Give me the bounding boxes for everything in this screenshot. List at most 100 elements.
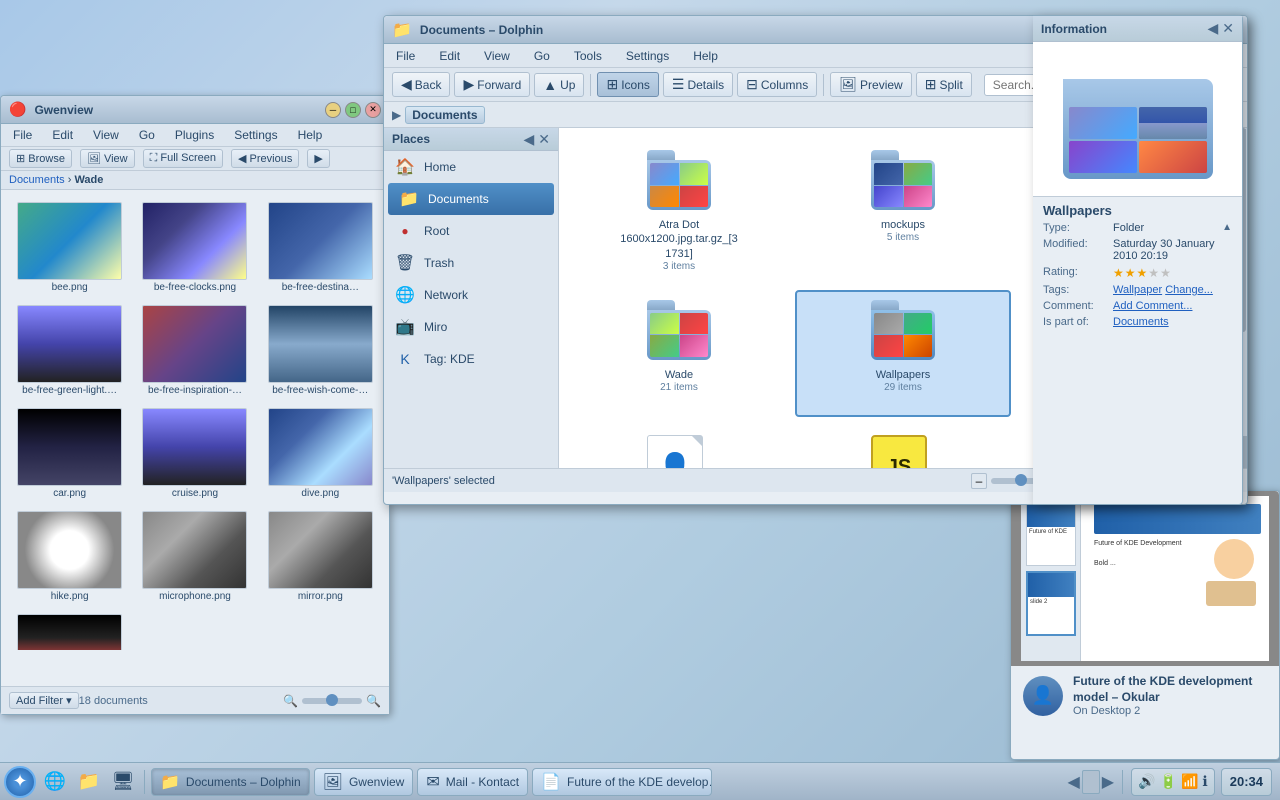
sidebar-lock-icon[interactable]: ◀ [523, 132, 534, 146]
list-item[interactable]: pencils.png [9, 610, 130, 650]
zoom-out-btn[interactable]: – [971, 473, 987, 489]
add-filter-btn[interactable]: Add Filter ▾ [9, 692, 79, 709]
dolphin-task-label: Documents – Dolphin [186, 775, 301, 789]
list-item[interactable]: microphone.png [134, 507, 255, 606]
gwenview-fullscreen-btn[interactable]: ⛶ Full Screen [143, 149, 223, 168]
info-value-comment[interactable]: Add Comment... [1113, 300, 1232, 312]
gwenview-menu-view[interactable]: View [89, 126, 123, 144]
back-button[interactable]: ◀ Back [392, 72, 450, 97]
taskbar-task-kontact[interactable]: ✉ Mail - Kontact [417, 768, 528, 796]
gwenview-next-btn[interactable]: ▶ [307, 149, 329, 168]
info-panel-header: Information ◀ ✕ [1033, 16, 1242, 42]
taskbar-task-okular[interactable]: 📄 Future of the KDE develop… [532, 768, 712, 796]
file-item-js[interactable]: JS pompom.js 55.5 KiB [795, 425, 1011, 468]
info-row-modified: Modified: Saturday 30 January 2010 20:19 [1033, 236, 1242, 264]
preview-button[interactable]: 🖼 Preview [830, 72, 911, 97]
list-item[interactable]: hike.png [9, 507, 130, 606]
gwenview-maximize-btn[interactable]: □ [345, 102, 361, 118]
zoom-in-icon[interactable]: 🔍 [366, 694, 381, 708]
tray-info-icon[interactable]: ℹ [1202, 773, 1207, 790]
gwenview-menu-help[interactable]: Help [294, 126, 327, 144]
list-item[interactable]: be-free-destina… [260, 198, 381, 297]
info-value-part-of[interactable]: Documents [1113, 316, 1232, 328]
star-2: ★ [1125, 266, 1136, 280]
thumb-label: car.png [53, 488, 86, 499]
taskbar-icon-terminal[interactable]: 🖥 [108, 767, 138, 797]
star-5: ★ [1160, 266, 1171, 280]
dolphin-menu-go[interactable]: Go [530, 47, 554, 65]
list-item[interactable]: be-free-green-light.… [9, 301, 130, 400]
list-item[interactable]: mirror.png [260, 507, 381, 606]
taskbar-icon-dolphin[interactable]: 📁 [74, 767, 104, 797]
pager-right-arrow[interactable]: ▶ [1102, 772, 1114, 792]
details-view-button[interactable]: ☰ Details [663, 72, 733, 97]
gwenview-minimize-btn[interactable]: ─ [325, 102, 341, 118]
breadcrumb-documents[interactable]: Documents [9, 174, 65, 186]
okular-thumb-2[interactable]: slide 2 [1026, 571, 1076, 636]
file-item-wade[interactable]: Wade 21 items [571, 290, 787, 418]
sidebar-item-network[interactable]: 🌐 Network [384, 279, 558, 311]
file-item-atra-dot[interactable]: Atra Dot 1600x1200.jpg.tar.gz_[31731] 3 … [571, 140, 787, 282]
tag-change-link[interactable]: Change... [1165, 284, 1213, 296]
sidebar-item-root[interactable]: ● Root [384, 215, 558, 247]
dolphin-menu-help[interactable]: Help [689, 47, 722, 65]
gwenview-window-controls: ─ □ ✕ [325, 102, 381, 118]
tray-battery-icon[interactable]: 🔋 [1160, 773, 1177, 790]
sidebar-item-trash[interactable]: 🗑 Trash [384, 247, 558, 279]
gwenview-menu-go[interactable]: Go [135, 126, 159, 144]
forward-button[interactable]: ▶ Forward [454, 72, 530, 97]
dolphin-menu-settings[interactable]: Settings [622, 47, 673, 65]
gwenview-menu-edit[interactable]: Edit [48, 126, 77, 144]
up-button[interactable]: ▲ Up [534, 73, 584, 97]
gwenview-close-btn[interactable]: ✕ [365, 102, 381, 118]
file-item-vcf[interactable]: 👤 kim.vcf 4.5 KiB [571, 425, 787, 468]
gwenview-browse-btn[interactable]: ⊞ Browse [9, 149, 72, 168]
sidebar-item-tag-kde[interactable]: K Tag: KDE [384, 343, 558, 375]
taskbar-task-dolphin[interactable]: 📁 Documents – Dolphin [151, 768, 310, 796]
file-item-mockups[interactable]: mockups 5 items [795, 140, 1011, 282]
taskbar-icon-network[interactable]: 🌐 [40, 767, 70, 797]
list-item[interactable]: bee.png [9, 198, 130, 297]
gwenview-menu-settings[interactable]: Settings [230, 126, 281, 144]
info-panel-collapse-icon[interactable]: ◀ [1207, 20, 1218, 37]
info-stars[interactable]: ★ ★ ★ ★ ★ [1113, 266, 1171, 280]
tray-audio-icon[interactable]: 🔊 [1138, 773, 1155, 790]
dolphin-menu-tools[interactable]: Tools [570, 47, 606, 65]
split-button[interactable]: ⊞ Split [916, 72, 972, 97]
file-item-wallpapers[interactable]: Wallpapers 29 items [795, 290, 1011, 418]
icons-view-button[interactable]: ⊞ Icons [597, 72, 658, 97]
sidebar-item-documents[interactable]: 📁 Documents [388, 183, 554, 215]
sidebar-item-miro[interactable]: 📺 Miro [384, 311, 558, 343]
okular-thumb-1[interactable]: Future of KDE [1026, 501, 1076, 566]
dolphin-menu-edit[interactable]: Edit [435, 47, 464, 65]
list-item[interactable]: car.png [9, 404, 130, 503]
taskbar-clock[interactable]: 20:34 [1221, 768, 1272, 796]
info-row-tags: Tags: Wallpaper Change... [1033, 282, 1242, 298]
list-item[interactable]: be-free-clocks.png [134, 198, 255, 297]
gwenview-prev-btn[interactable]: ◀ Previous [231, 149, 299, 168]
info-expand-icon[interactable]: ▲ [1222, 222, 1232, 234]
okular-thumbnails-panel: Future of KDE slide 2 [1021, 496, 1081, 661]
list-item[interactable]: cruise.png [134, 404, 255, 503]
pager-left-arrow[interactable]: ◀ [1067, 772, 1079, 792]
gwenview-view-btn[interactable]: 🖼 View [80, 149, 135, 168]
tag-wallpaper[interactable]: Wallpaper [1113, 284, 1162, 296]
info-panel-close-icon[interactable]: ✕ [1222, 20, 1234, 37]
dolphin-menu-file[interactable]: File [392, 47, 419, 65]
pager-desktop-1[interactable] [1082, 770, 1100, 794]
sidebar-close-icon[interactable]: ✕ [538, 132, 550, 146]
breadcrumb-wade[interactable]: Wade [74, 174, 103, 186]
tray-network-icon[interactable]: 📶 [1181, 773, 1198, 790]
location-part-documents[interactable]: Documents [405, 106, 484, 124]
sidebar-item-home[interactable]: 🏠 Home [384, 151, 558, 183]
list-item[interactable]: be-free-inspiration-… [134, 301, 255, 400]
gwenview-menu-plugins[interactable]: Plugins [171, 126, 218, 144]
list-item[interactable]: be-free-wish-come-… [260, 301, 381, 400]
start-button[interactable]: ✦ [4, 766, 36, 798]
columns-view-button[interactable]: ⊟ Columns [737, 72, 817, 97]
taskbar-task-gwenview[interactable]: 🖼 Gwenview [314, 768, 414, 796]
dolphin-menu-view[interactable]: View [480, 47, 514, 65]
list-item[interactable]: dive.png [260, 404, 381, 503]
gwenview-menu-file[interactable]: File [9, 126, 36, 144]
zoom-out-icon[interactable]: 🔍 [283, 694, 298, 708]
